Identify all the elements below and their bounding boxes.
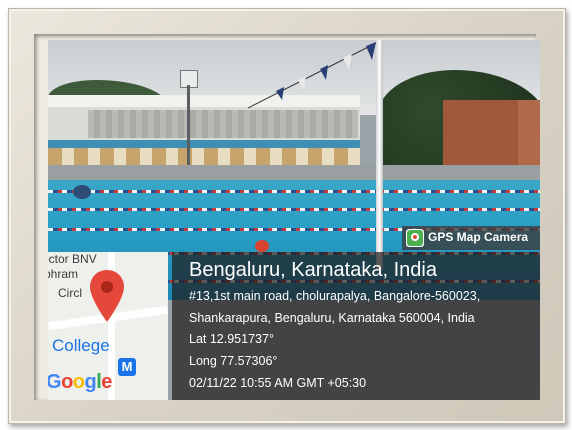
brick-building-edge — [518, 100, 540, 170]
latitude: Lat 12.951737° — [189, 332, 274, 346]
ground-floor — [48, 148, 360, 166]
longitude: Long 77.57306° — [189, 354, 278, 368]
watermark-label: GPS Map Camera — [428, 230, 529, 244]
map-pin-icon — [90, 270, 124, 322]
flag-line — [248, 41, 379, 109]
map-label: bhram — [48, 267, 79, 281]
map-thumbnail: octor BNV bhram Circl College M Google — [48, 252, 168, 400]
lane-rope — [48, 208, 540, 211]
address-line-2: Shankarapura, Bengaluru, Karnataka 56000… — [189, 311, 475, 325]
lane-rope — [48, 190, 540, 193]
timestamp: 02/11/22 10:55 AM GMT +05:30 — [189, 376, 367, 390]
address-line-1: #13,1st main road, cholurapalya, Bangalo… — [189, 289, 481, 303]
blue-band — [48, 140, 360, 148]
map-label: octor BNV — [48, 252, 97, 266]
floodlight-pole — [187, 85, 190, 170]
red-buoy — [255, 240, 269, 252]
gps-camera-icon — [406, 229, 424, 247]
swimmer — [73, 185, 91, 199]
google-logo: Google — [48, 371, 112, 393]
map-poi-label: College — [52, 336, 110, 355]
map-label: Circl — [58, 286, 82, 300]
metro-icon: M — [118, 358, 136, 376]
flag-pole — [376, 40, 383, 270]
spectator-stands — [88, 110, 358, 138]
location-title: Bengaluru, Karnataka, India — [189, 259, 437, 281]
